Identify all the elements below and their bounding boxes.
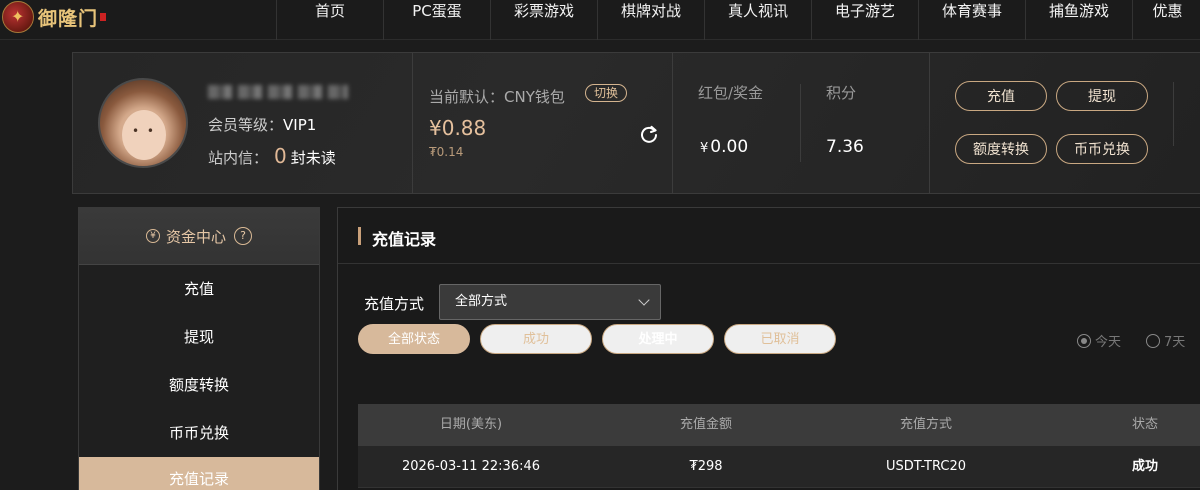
inbox-suffix: 封未读 [290,149,336,167]
points-label: 积分 [826,84,857,102]
bonus-currency: ¥ [700,141,709,156]
user-avatar[interactable] [98,78,188,168]
coin-exchange-button[interactable]: 币币兑换 [1056,134,1148,164]
yen-coin-icon: ¥ [145,229,160,243]
deposit-button[interactable]: 充值 [955,81,1047,111]
sidebar-title: 资金中心 [165,227,226,246]
switch-wallet-button[interactable]: 切换 [585,84,627,102]
sidebar-item-1[interactable]: 提现 [79,313,319,361]
method-filter-label: 充值方式 [364,295,425,313]
column-header: 状态 [1131,417,1158,432]
range-today-radio[interactable]: 今天 [1077,331,1121,350]
panel-divider [929,53,930,193]
logo-emblem-icon [2,1,34,33]
fund-center-sidebar: ¥ 资金中心 ? 充值 提现 额度转换 币币兑换 充值记录 [78,207,320,490]
nav-item-6[interactable]: 体育赛事 [918,0,1025,40]
nav-item-5[interactable]: 电子游艺 [811,0,918,40]
top-nav: 御隆门 首页 PC蛋蛋 彩票游戏 棋牌对战 真人视讯 电子游艺 体育赛事 捕鱼游戏 优惠 [0,0,1200,40]
member-level-label: 会员等级： [208,116,284,134]
nav-item-label: 棋牌对战 [620,2,681,20]
withdraw-button[interactable]: 提现 [1056,81,1148,111]
default-wallet-label: 当前默认：CNY钱包 [429,88,565,106]
radio-checked-icon [1077,333,1091,348]
table-cell: ₮298 [689,459,723,474]
column-header: 日期(美东) [439,417,503,432]
table-cell: 2026-03-11 22:36:46 [401,459,541,474]
points-value: 7.36 [826,137,864,157]
help-icon[interactable]: ? [234,227,252,245]
main-content: 充值记录 充值方式 全部方式 全部状态 成功 处理中 已取消 今天 7天 日期(美东)… [337,207,1200,490]
sidebar-item-3[interactable]: 币币兑换 [79,409,319,457]
inbox-unread-count: 0 [274,144,287,168]
nav-item-label: PC蛋蛋 [412,2,462,20]
stat-divider [800,84,801,162]
nav-item-label: 体育赛事 [941,2,1002,20]
action-divider [1173,82,1174,146]
site-logo[interactable]: 御隆门 [0,0,110,34]
panel-divider [412,53,413,193]
bonus-amount: 0.00 [710,137,749,157]
nav-item-1[interactable]: PC蛋蛋 [383,0,490,40]
inbox-label: 站内信： [208,149,269,167]
records-table-header: 日期(美东) 充值金额 充值方式 状态 [358,404,1200,446]
wallet-balance: ¥0.88 [429,116,487,140]
member-level-value: VIP1 [283,116,317,134]
range-today-label: 今天 [1095,335,1122,350]
nav-item-label: 电子游艺 [834,2,895,20]
nav-item-label: 优惠 [1152,2,1183,20]
refresh-icon[interactable] [639,124,659,144]
panel-divider [672,53,673,193]
nav-item-4[interactable]: 真人视讯 [704,0,811,40]
page-title: 充值记录 [372,230,437,249]
nav-item-label: 真人视讯 [727,2,788,20]
method-select[interactable]: 全部方式 [439,284,661,320]
table-cell: 成功 [1131,459,1158,474]
sidebar-menu: 充值 提现 额度转换 币币兑换 充值记录 [79,265,319,490]
nav-item-2[interactable]: 彩票游戏 [490,0,597,40]
table-row[interactable]: 2026-03-11 22:36:46 ₮298 USDT-TRC20 成功 [358,446,1200,488]
nav-item-8[interactable]: 优惠 [1132,0,1200,40]
nav-item-label: 彩票游戏 [513,2,574,20]
transfer-button[interactable]: 额度转换 [955,134,1047,164]
title-accent [358,227,361,245]
status-filter-0[interactable]: 全部状态 [358,324,470,354]
member-level: 会员等级：VIP1 [208,114,316,135]
bonus-label: 红包/奖金 [698,84,764,102]
nav-menu: 首页 PC蛋蛋 彩票游戏 棋牌对战 真人视讯 电子游艺 体育赛事 捕鱼游戏 优惠 [276,0,1200,40]
logo-badge [100,13,107,21]
status-filter-2[interactable]: 处理中 [602,324,714,354]
sidebar-item-2[interactable]: 额度转换 [79,361,319,409]
status-filter-3[interactable]: 已取消 [724,324,836,354]
wallet-balance-usdt: ₮0.14 [429,145,464,159]
nav-item-7[interactable]: 捕鱼游戏 [1025,0,1132,40]
column-header: 充值方式 [899,417,952,432]
nav-item-0[interactable]: 首页 [276,0,383,40]
logo-text: 御隆门 [38,7,99,30]
status-filter-1[interactable]: 成功 [480,324,592,354]
radio-unchecked-icon [1146,333,1160,348]
inbox-status[interactable]: 站内信： 0 封未读 [208,144,336,168]
nav-item-label: 首页 [314,2,345,20]
sidebar-item-4[interactable]: 充值记录 [79,457,319,490]
main-title-bar: 充值记录 [338,208,1200,264]
nav-item-label: 捕鱼游戏 [1048,2,1109,20]
username-redacted [208,85,348,99]
range-7days-label: 7天 [1164,335,1186,350]
sidebar-item-0[interactable]: 充值 [79,265,319,313]
table-cell: USDT-TRC20 [886,459,966,474]
range-7days-radio[interactable]: 7天 [1146,331,1185,350]
column-header: 充值金额 [679,417,732,432]
bonus-value: ¥0.00 [700,137,748,157]
chevron-down-icon [638,294,650,306]
sidebar-header: ¥ 资金中心 ? [79,208,319,265]
method-select-value: 全部方式 [455,294,508,309]
nav-item-3[interactable]: 棋牌对战 [597,0,704,40]
